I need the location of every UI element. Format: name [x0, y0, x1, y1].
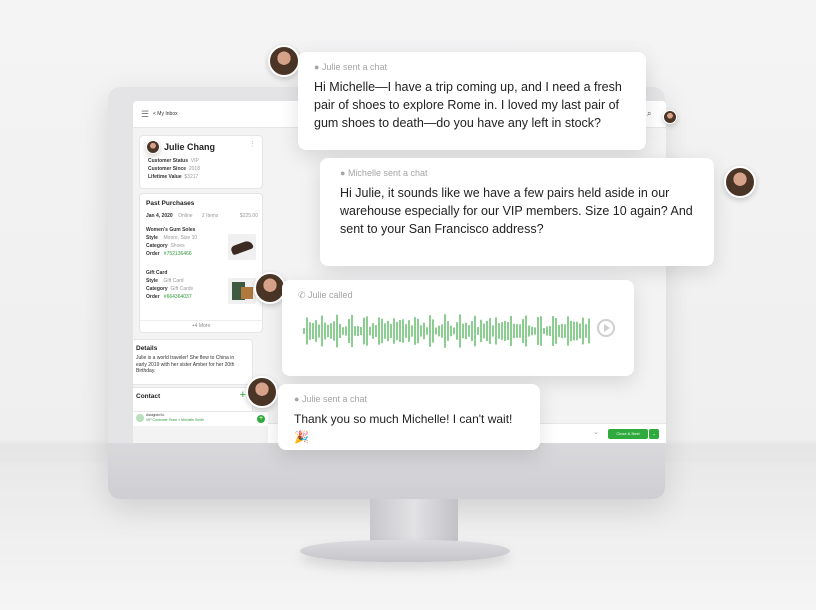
shoe-image [228, 234, 256, 260]
purchase-item[interactable]: Women's Gum Soles Style Moore, Size 10 C… [146, 226, 197, 258]
details-text: Julie is a world traveler! She flew to C… [136, 355, 235, 374]
customer-card: Julie Chang ⋮ Customer Status VIP Custom… [139, 135, 263, 189]
customer-avatar [146, 140, 160, 154]
purchase-item[interactable]: Gift Card Style Gift Card Category Gift … [146, 269, 193, 301]
agent-avatar-topbar[interactable] [663, 110, 677, 124]
michelle-avatar [724, 166, 756, 198]
phone-icon: ✆ [298, 290, 309, 300]
chevron-down-icon[interactable]: ⌄ [593, 428, 599, 436]
customer-field: Customer Since 2018 [148, 166, 200, 172]
chat-text: Thank you so much Michelle! I can't wait… [294, 412, 513, 444]
order-header: Jan 4, 2020 Online 2 Items $225.00 [146, 213, 258, 219]
hamburger-icon[interactable]: ☰ [141, 109, 149, 120]
call-bubble: ✆ Julie called [282, 280, 634, 376]
close-and-next-button[interactable]: Close & Next [608, 429, 648, 439]
customer-field: Lifetime Value $3217 [148, 174, 199, 180]
gift-card-image [228, 278, 256, 304]
search-icon[interactable]: ⌕ [647, 109, 651, 119]
chat-bubble-michelle: ● Michelle sent a chat Hi Julie, it soun… [320, 158, 714, 266]
past-purchases-card: Past Purchases Jan 4, 2020 Online 2 Item… [139, 193, 263, 333]
chat-bubble-icon: ● [294, 394, 302, 404]
breadcrumb[interactable]: < My Inbox [153, 111, 178, 117]
assigned-bar: Assigned to VIP Customer Team > Michelle… [133, 411, 268, 426]
more-vertical-icon[interactable]: ⋮ [249, 140, 256, 148]
julie-avatar [246, 376, 278, 408]
chat-label: ● Julie sent a chat [314, 62, 387, 72]
add-assignee-button[interactable]: + [257, 415, 265, 423]
customer-name: Julie Chang [164, 142, 216, 152]
chat-bubble-icon: ● [314, 62, 322, 72]
chat-bubble-icon: ● [340, 168, 348, 178]
team-icon [136, 414, 144, 422]
chat-text: Hi Julie, it sounds like we have a few p… [340, 186, 693, 236]
play-icon[interactable] [597, 319, 615, 337]
monitor-chin [108, 443, 665, 499]
call-label: ✆ Julie called [298, 290, 353, 300]
chat-text: Hi Michelle—I have a trip coming up, and… [314, 80, 622, 130]
customer-field: Customer Status VIP [148, 158, 199, 164]
details-title: Details [136, 345, 158, 352]
chat-bubble-julie-1: ● Julie sent a chat Hi Michelle—I have a… [298, 52, 646, 150]
chat-label: ● Michelle sent a chat [340, 168, 428, 178]
audio-waveform [303, 314, 590, 348]
close-dropdown-button[interactable]: ⌄ [649, 429, 659, 439]
julie-avatar [268, 45, 300, 77]
details-card: Details Julie is a world traveler! She f… [133, 339, 253, 385]
contact-title: Contact [136, 393, 161, 400]
more-items-link[interactable]: +4 More [140, 320, 262, 329]
past-purchases-title: Past Purchases [146, 200, 195, 207]
monitor-stand-foot [300, 540, 510, 562]
chat-bubble-julie-2: ● Julie sent a chat Thank you so much Mi… [278, 384, 540, 450]
chat-label: ● Julie sent a chat [294, 394, 367, 404]
